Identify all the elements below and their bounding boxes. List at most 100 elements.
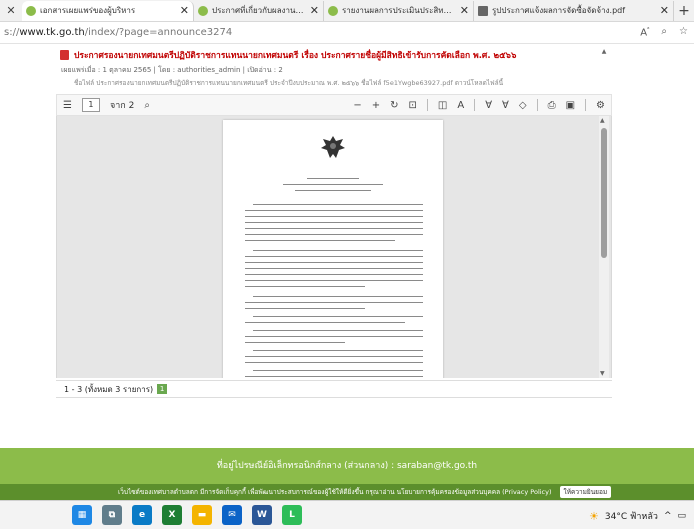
document-text-line xyxy=(245,222,423,224)
url-text[interactable]: s://www.tk.go.th/index/?page=announce327… xyxy=(4,27,640,38)
garuda-emblem-icon xyxy=(321,136,345,158)
document-text-line xyxy=(283,184,383,186)
document-text-line xyxy=(245,336,423,338)
cookie-policy-text[interactable]: เว็บไซต์ของเทศบาลตำบลตก มีการจัดเก็บคุกก… xyxy=(118,487,552,497)
pdf-file-icon xyxy=(478,5,488,16)
weather-sun-icon: ☀ xyxy=(589,509,599,523)
document-text-line xyxy=(245,356,423,358)
zoom-in-icon[interactable]: + xyxy=(372,100,380,111)
url-prefix: s:// xyxy=(4,27,20,38)
highlight-icon[interactable]: ∀ xyxy=(502,100,509,111)
zoom-icon[interactable]: ⌕ xyxy=(661,26,667,38)
settings-icon[interactable]: ⚙ xyxy=(596,100,605,111)
close-icon[interactable]: ✕ xyxy=(660,4,669,17)
close-icon[interactable]: ✕ xyxy=(310,4,319,17)
zoom-out-icon[interactable]: − xyxy=(353,100,361,111)
tab-label: ประกาศที่เกี่ยวกับผลงานรายงานผลการดำเนิน… xyxy=(212,6,306,15)
search-icon[interactable]: ⌕ xyxy=(144,100,150,111)
draw-icon[interactable]: ∀ xyxy=(485,100,492,111)
browser-tab-0[interactable]: เอกสารเผยแพร่ของผู้บริหาร ✕ xyxy=(22,0,194,21)
close-icon[interactable]: ✕ xyxy=(0,4,22,17)
document-text-line xyxy=(245,268,423,270)
browser-tab-3[interactable]: รูปประกาศแจ้งผลการจัดซื้อจัดจ้าง.pdf ✕ xyxy=(474,0,674,21)
announcement-title[interactable]: ประกาศรองนายกเทศมนตรีปฏิบัติราชการแทนนาย… xyxy=(60,48,608,62)
scroll-up-icon[interactable]: ▲ xyxy=(600,117,605,124)
document-text-line xyxy=(253,204,423,206)
document-text-line xyxy=(245,280,423,282)
pdf-toolbar: ☰ 1 จาก 2 ⌕ − + ↻ ⊡ ◫ A ∀ ∀ ◇ ⎙ ▣ ⚙ xyxy=(56,94,612,116)
tab-label: เอกสารเผยแพร่ของผู้บริหาร xyxy=(40,6,136,15)
document-text-line xyxy=(245,322,405,324)
taskbar-apps: ▦ ⧉ e X ▬ ✉ W L xyxy=(72,505,302,525)
document-text-line xyxy=(253,330,423,332)
cookie-bar: เว็บไซต์ของเทศบาลตำบลตก มีการจัดเก็บคุกก… xyxy=(0,484,694,500)
document-text-line xyxy=(245,302,423,304)
read-aloud-icon[interactable]: A xyxy=(457,100,464,111)
close-icon[interactable]: ✕ xyxy=(180,4,189,17)
page-view-icon[interactable]: ◫ xyxy=(438,100,447,111)
windows-taskbar: ▦ ⧉ e X ▬ ✉ W L ☀ 34°C ฟ้าหลัว ^ ▭ xyxy=(0,500,694,529)
announcement-block: ประกาศรองนายกเทศมนตรีปฏิบัติราชการแทนนาย… xyxy=(60,48,608,88)
website-favicon-icon xyxy=(26,5,36,16)
announcement-meta: เผยแพร่เมื่อ : 1 ตุลาคม 2565 | โดย : aut… xyxy=(61,66,283,74)
pdf-file-icon xyxy=(60,50,69,60)
document-text-line xyxy=(253,370,423,372)
browser-tab-bar: ✕ เอกสารเผยแพร่ของผู้บริหาร ✕ ประกาศที่เ… xyxy=(0,0,694,22)
close-icon[interactable]: ✕ xyxy=(460,4,469,17)
network-icon[interactable]: ▭ xyxy=(677,511,686,521)
new-tab-icon[interactable]: + xyxy=(674,3,694,19)
page-number-input[interactable]: 1 xyxy=(81,98,100,112)
document-text-line xyxy=(245,342,345,344)
results-count: 1 - 3 (ทั้งหมด 3 รายการ) xyxy=(64,384,154,394)
document-text-line xyxy=(245,216,423,218)
document-text-line xyxy=(253,316,423,318)
document-text-line xyxy=(253,250,423,252)
erase-icon[interactable]: ◇ xyxy=(519,100,527,111)
url-path: /index/?page=announce3274 xyxy=(84,27,233,38)
document-text-line xyxy=(245,376,423,378)
browser-tab-2[interactable]: รายงานผลการประเมินประสิทธิภาพ ✕ xyxy=(324,0,474,21)
document-text-line xyxy=(253,296,423,298)
fit-page-icon[interactable]: ⊡ xyxy=(409,100,417,111)
document-text-line xyxy=(245,256,423,258)
pdf-page xyxy=(223,120,443,378)
show-hidden-icons-icon[interactable]: ^ xyxy=(664,511,672,521)
pdf-viewer[interactable] xyxy=(56,116,612,378)
print-icon[interactable]: ⎙ xyxy=(548,100,556,111)
windows-icon[interactable]: ▦ xyxy=(72,505,92,525)
website-favicon-icon xyxy=(198,5,208,16)
scroll-down-icon[interactable]: ▼ xyxy=(600,370,605,377)
browser-tab-1[interactable]: ประกาศที่เกี่ยวกับผลงานรายงานผลการดำเนิน… xyxy=(194,0,324,21)
document-text-line xyxy=(245,362,423,364)
read-aloud-icon[interactable]: Aᵃ xyxy=(640,26,649,38)
page-1-button[interactable]: 1 xyxy=(157,384,168,394)
accept-cookie-button[interactable]: ให้ความยินยอม xyxy=(559,486,612,498)
announcement-title-text: ประกาศรองนายกเทศมนตรีปฏิบัติราชการแทนนาย… xyxy=(74,51,517,61)
document-text-line xyxy=(245,286,365,288)
task-view-icon[interactable]: ⧉ xyxy=(102,505,122,525)
results-pagination: 1 - 3 (ทั้งหมด 3 รายการ) 1 xyxy=(56,380,612,398)
document-text-line xyxy=(307,178,359,180)
document-text-line xyxy=(245,308,365,310)
excel-icon[interactable]: X xyxy=(162,505,182,525)
weather-text[interactable]: 34°C ฟ้าหลัว xyxy=(605,509,658,523)
tab-label: รายงานผลการประเมินประสิทธิภาพ xyxy=(342,6,456,15)
word-icon[interactable]: W xyxy=(252,505,272,525)
document-text-line xyxy=(245,274,423,276)
document-text-line xyxy=(245,234,423,236)
mail-icon[interactable]: ✉ xyxy=(222,505,242,525)
favorite-icon[interactable]: ☆ xyxy=(679,26,688,38)
line-icon[interactable]: L xyxy=(282,505,302,525)
scrollbar-thumb[interactable] xyxy=(601,128,607,258)
edge-icon[interactable]: e xyxy=(132,505,152,525)
document-text-line xyxy=(253,350,423,352)
address-bar[interactable]: s://www.tk.go.th/index/?page=announce327… xyxy=(0,22,694,44)
document-text-line xyxy=(245,210,423,212)
document-text-line xyxy=(245,262,423,264)
footer-email: ที่อยู่ไปรษณีย์อิเล็กทรอนิกส์กลาง (ส่วนก… xyxy=(216,461,478,471)
rotate-icon[interactable]: ↻ xyxy=(390,100,398,111)
save-icon[interactable]: ▣ xyxy=(566,100,575,111)
file-explorer-icon[interactable]: ▬ xyxy=(192,505,212,525)
pdf-scrollbar[interactable]: ▲ ▼ xyxy=(599,116,609,378)
contents-icon[interactable]: ☰ xyxy=(63,100,72,111)
